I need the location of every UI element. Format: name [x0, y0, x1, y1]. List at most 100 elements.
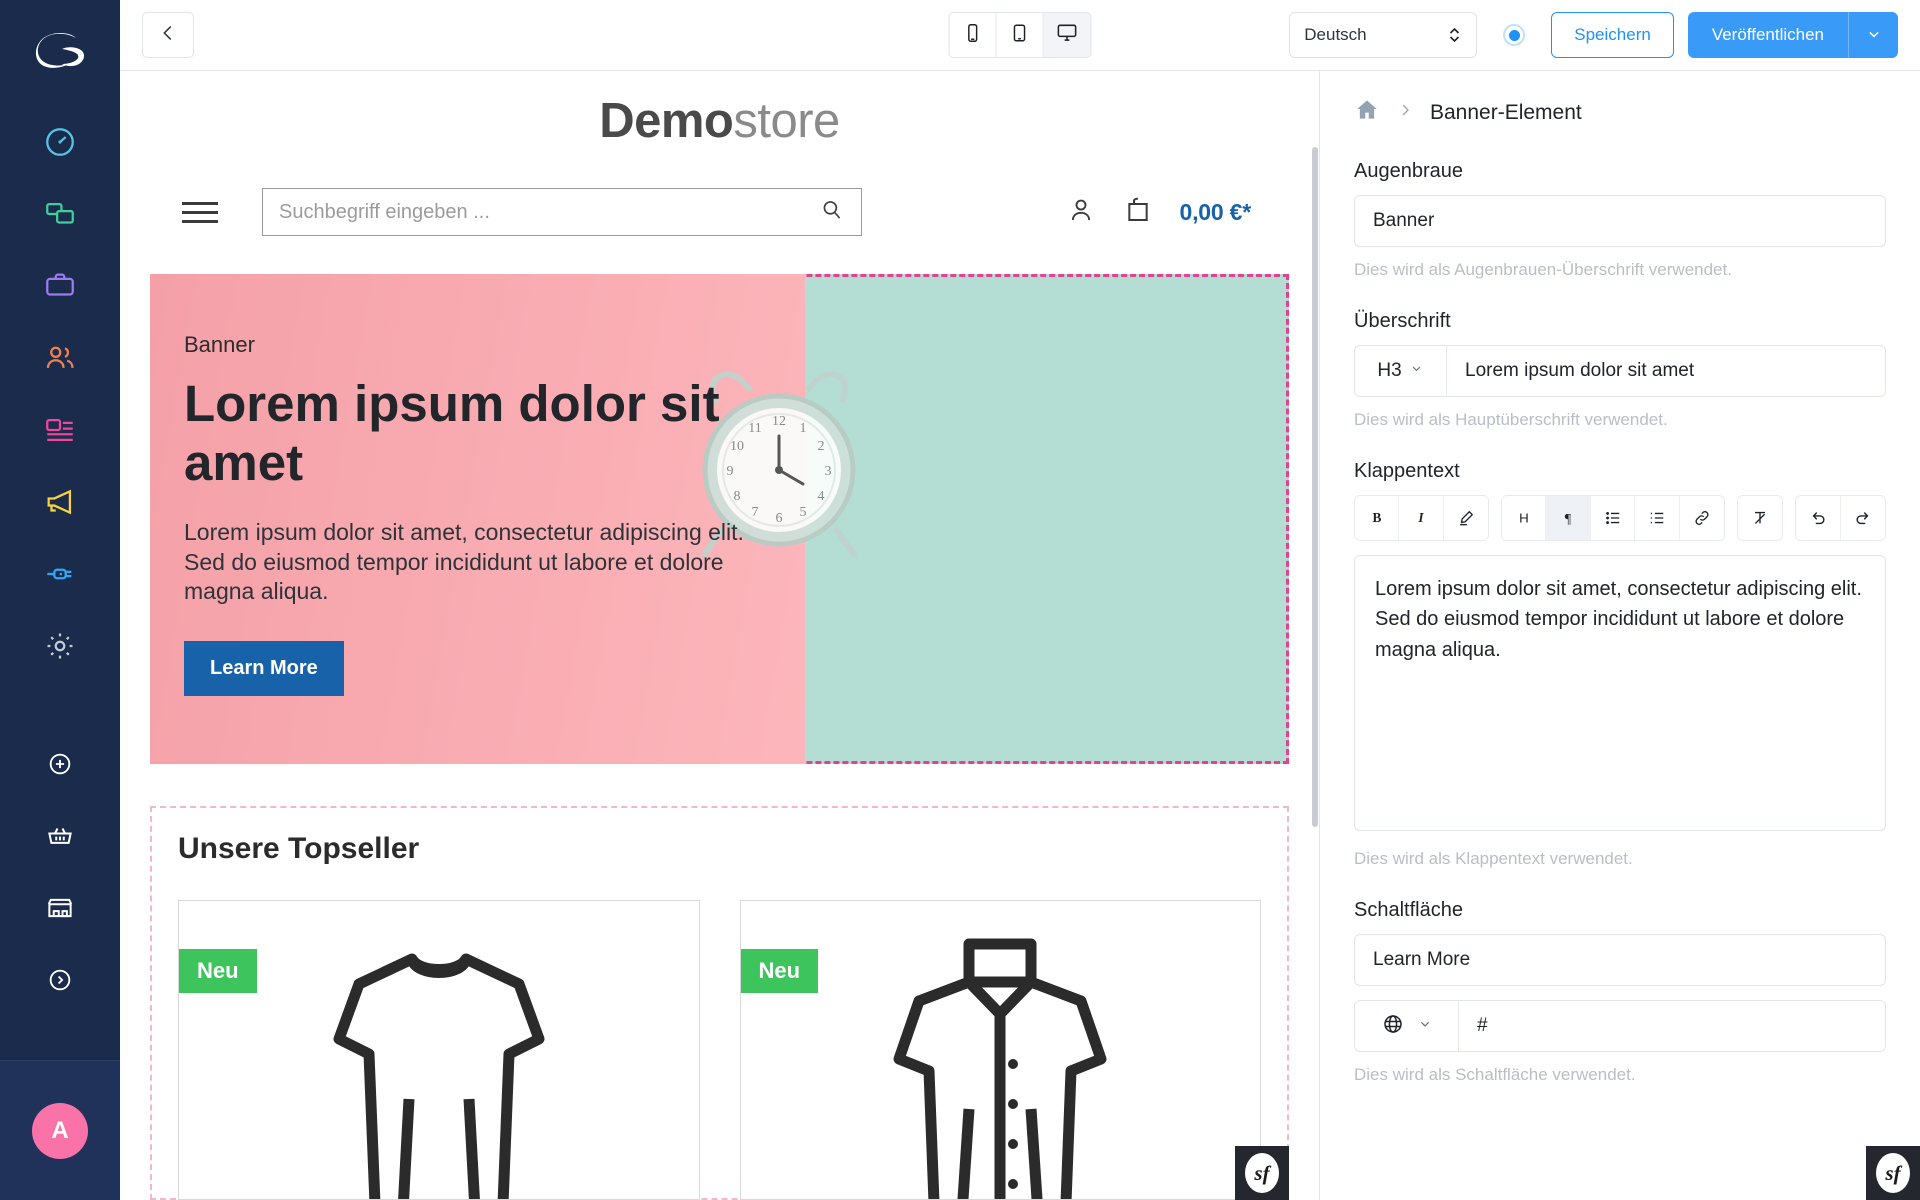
eyebrow-input[interactable]: [1354, 195, 1886, 247]
sidebar-item-settings[interactable]: [0, 612, 120, 684]
back-button[interactable]: [142, 12, 194, 58]
hamburger-icon[interactable]: [182, 201, 224, 223]
chevron-down-icon: [1409, 360, 1424, 382]
rte-group-history: [1795, 495, 1886, 541]
symfony-logo-icon: sf: [1245, 1153, 1279, 1193]
rich-text-toolbar: B I H ¶: [1354, 495, 1886, 541]
rte-unordered-list-button[interactable]: [1635, 496, 1680, 540]
mobile-icon: [962, 22, 984, 49]
headline-level-value: H3: [1377, 360, 1402, 381]
product-card[interactable]: Neu: [178, 900, 700, 1200]
banner-content: Banner Lorem ipsum dolor sit amet Lorem …: [150, 274, 1289, 764]
sidebar-item-customers[interactable]: [0, 324, 120, 396]
product-badge: Neu: [179, 949, 257, 993]
sidebar-item-dashboard[interactable]: [0, 108, 120, 180]
button-link-type-select[interactable]: [1355, 1001, 1459, 1051]
bag-icon[interactable]: [1122, 194, 1154, 231]
sidebar-item-marketing[interactable]: [0, 468, 120, 540]
button-text-input[interactable]: [1354, 934, 1886, 986]
button-help-text: Dies wird als Schaltfläche verwendet.: [1354, 1065, 1636, 1084]
rte-marker-button[interactable]: [1443, 496, 1489, 540]
rte-italic-button[interactable]: I: [1399, 496, 1444, 540]
rte-undo-button[interactable]: [1796, 496, 1841, 540]
banner-block[interactable]: 12 1 23 45 67 89 10 11 Banner Lorem ipsu…: [150, 274, 1289, 764]
device-tablet-button[interactable]: [996, 13, 1044, 57]
sidebar-item-extensions[interactable]: [0, 540, 120, 612]
device-mobile-button[interactable]: [949, 13, 997, 57]
tshirt-icon: [304, 929, 574, 1199]
jacket-icon: [865, 929, 1135, 1199]
rte-heading-button[interactable]: H: [1502, 496, 1547, 540]
storefront-preview: Demostore Suchbegriff eingeben ... 0,00 …: [120, 71, 1320, 1200]
windows-icon: [43, 197, 77, 236]
rte-redo-button[interactable]: [1840, 496, 1885, 540]
avatar[interactable]: A: [32, 1102, 88, 1159]
breadcrumb: Banner-Element: [1354, 97, 1886, 128]
chevron-right-circle-icon: [46, 966, 74, 999]
sidebar-item-orders[interactable]: [0, 252, 120, 324]
search-input[interactable]: [279, 200, 819, 224]
device-desktop-button[interactable]: [1043, 13, 1091, 57]
storefront-header: Demostore Suchbegriff eingeben ... 0,00 …: [120, 71, 1319, 274]
storefront-logo[interactable]: Demostore: [120, 97, 1319, 176]
store-icon: [45, 893, 75, 928]
sidebar-item-basket[interactable]: [0, 802, 120, 874]
rte-paragraph-button[interactable]: ¶: [1546, 496, 1591, 540]
preview-scrollbar[interactable]: [1312, 147, 1318, 827]
rte-bold-button[interactable]: B: [1355, 496, 1400, 540]
eyebrow-help-text: Dies wird als Augenbrauen-Überschrift ve…: [1354, 260, 1732, 279]
banner-title: Lorem ipsum dolor sit amet: [184, 375, 720, 492]
device-switcher: [948, 12, 1092, 58]
sidebar-item-store[interactable]: [0, 874, 120, 946]
storefront-actions: 0,00 €*: [1066, 194, 1251, 231]
record-dot-icon: [1503, 24, 1526, 46]
content-icon: [43, 413, 77, 452]
plug-icon: [43, 557, 77, 596]
shopware-logo[interactable]: [0, 0, 120, 108]
topseller-block[interactable]: Unsere Topseller Neu Neu sf: [150, 806, 1289, 1200]
storefront-search[interactable]: [262, 188, 862, 236]
chevron-down-icon: [1864, 24, 1884, 47]
sidebar-item-content[interactable]: [0, 396, 120, 468]
rte-clear-format-button[interactable]: [1737, 496, 1783, 540]
publish-dropdown-button[interactable]: [1848, 12, 1898, 58]
save-button[interactable]: Speichern: [1551, 12, 1674, 58]
publish-group: Veröffentlichen: [1687, 12, 1898, 58]
headline-input[interactable]: [1447, 346, 1885, 396]
app-root: A Deutsch Speichern Veröffentlichen Demo…: [0, 0, 1920, 1200]
publish-button[interactable]: Veröffentlichen: [1687, 12, 1848, 58]
headline-field-label: Überschrift: [1354, 310, 1451, 332]
sidebar-nav: [0, 108, 120, 1060]
rte-ordered-list-button[interactable]: [1590, 496, 1636, 540]
svg-text:B: B: [1372, 510, 1381, 525]
plus-circle-icon: [46, 750, 74, 783]
user-icon[interactable]: [1066, 195, 1096, 230]
blurb-textarea[interactable]: [1354, 555, 1886, 831]
search-icon[interactable]: [819, 197, 845, 228]
gauge-icon: [43, 125, 77, 164]
sidebar-item-add[interactable]: [0, 730, 120, 802]
basket-icon: [45, 821, 75, 856]
arrow-left-icon: [157, 22, 179, 49]
megaphone-icon: [43, 485, 77, 524]
symfony-badge[interactable]: sf: [1235, 1146, 1289, 1200]
chevron-down-icon: [1417, 1016, 1433, 1037]
symfony-badge[interactable]: sf: [1866, 1146, 1920, 1200]
blurb-help-text: Dies wird als Klappentext verwendet.: [1354, 849, 1633, 868]
headline-level-select[interactable]: H3: [1355, 346, 1447, 396]
product-badge: Neu: [740, 949, 819, 993]
rte-link-button[interactable]: [1679, 496, 1724, 540]
banner-cta-button[interactable]: Learn More: [184, 640, 344, 696]
product-card[interactable]: Neu: [739, 900, 1261, 1200]
sidebar-item-expand[interactable]: [0, 946, 120, 1018]
home-icon[interactable]: [1354, 97, 1380, 128]
eyebrow-field-label: Augenbraue: [1354, 160, 1463, 182]
svg-text:H: H: [1519, 511, 1529, 526]
language-select[interactable]: Deutsch: [1289, 12, 1478, 58]
breadcrumb-current: Banner-Element: [1430, 100, 1582, 124]
status-indicator[interactable]: [1477, 24, 1551, 46]
blurb-field-label: Klappentext: [1354, 460, 1460, 482]
sidebar-item-catalogues[interactable]: [0, 180, 120, 252]
button-url-input[interactable]: [1459, 1001, 1885, 1051]
